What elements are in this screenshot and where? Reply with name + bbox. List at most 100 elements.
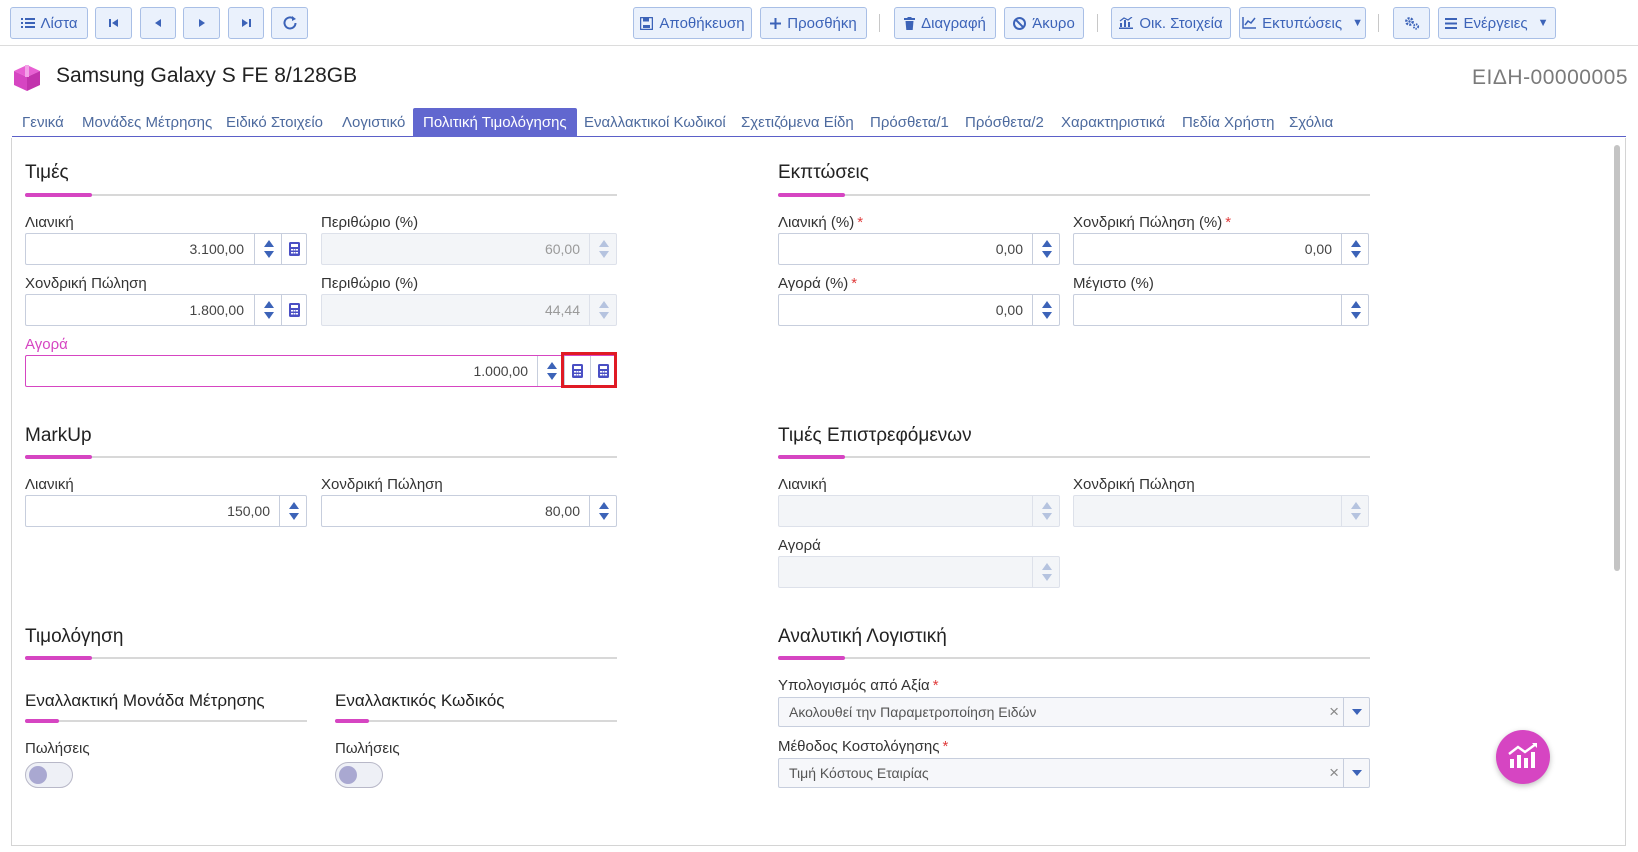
chevron-down-icon[interactable] (1343, 698, 1369, 726)
returns-retail-input (778, 495, 1060, 527)
toolbar-separator (1378, 14, 1379, 32)
tab-general[interactable]: Γενικά (12, 108, 74, 137)
discount-purchase-stepper[interactable] (1032, 295, 1060, 325)
discount-wholesale-stepper[interactable] (1341, 234, 1369, 264)
prev-icon (154, 18, 162, 28)
retail-price-input[interactable]: 3.100,00 (25, 233, 307, 265)
tab-special-item[interactable]: Ειδικό Στοιχείο (216, 108, 333, 137)
alt-unit-sales-label: Πωλήσεις (25, 740, 90, 757)
prices-section-title: Τιμές (25, 162, 69, 183)
clear-icon[interactable]: × (1329, 698, 1339, 726)
gears-icon (1404, 16, 1420, 30)
save-button[interactable]: Αποθήκευση (633, 7, 752, 39)
markup-wholesale-input[interactable]: 80,00 (321, 495, 617, 527)
markup-wholesale-stepper[interactable] (589, 496, 617, 526)
alt-code-sales-toggle[interactable] (335, 762, 383, 788)
purchase-price-label: Αγορά (25, 336, 68, 353)
tab-user-fields[interactable]: Πεδία Χρήστη (1172, 108, 1284, 137)
retail-price-label: Λιανική (25, 214, 74, 231)
markup-retail-stepper[interactable] (279, 496, 307, 526)
ban-icon (1013, 16, 1027, 30)
plus-icon (770, 17, 782, 29)
discount-retail-label: Λιανική (%) * (778, 214, 864, 231)
returns-wholesale-label: Χονδρική Πώληση (1073, 476, 1195, 493)
retail-price-stepper[interactable] (254, 234, 282, 264)
discount-max-stepper[interactable] (1341, 295, 1369, 325)
wholesale-margin-label: Περιθώριο (%) (321, 275, 419, 292)
refresh-icon (282, 15, 298, 31)
required-mark: * (1225, 214, 1232, 231)
returns-retail-stepper (1032, 496, 1060, 526)
tab-related-items[interactable]: Σχετιζόμενα Είδη (731, 108, 864, 137)
vertical-scrollbar[interactable] (1614, 145, 1620, 571)
last-icon (241, 18, 251, 28)
settings-button[interactable] (1393, 7, 1430, 39)
wholesale-price-stepper[interactable] (254, 295, 282, 325)
discount-retail-stepper[interactable] (1032, 234, 1060, 264)
discounts-section-divider (778, 193, 1370, 197)
wholesale-margin-input: 44,44 (321, 294, 617, 326)
tab-alternative-codes[interactable]: Εναλλακτικοί Κωδικοί (574, 108, 736, 137)
discount-wholesale-input[interactable]: 0,00 (1073, 233, 1369, 265)
cancel-button[interactable]: Άκυρο (1004, 7, 1084, 39)
calc-from-value-select[interactable]: Ακολουθεί την Παραμετροποίηση Ειδών × (778, 697, 1370, 727)
alt-unit-subsection-title: Εναλλακτική Μονάδα Μέτρησης (25, 691, 265, 710)
prints-dropdown-button[interactable]: Εκτυπώσεις ▼ (1239, 7, 1366, 39)
tab-additional-2[interactable]: Πρόσθετα/2 (955, 108, 1054, 137)
markup-retail-input[interactable]: 150,00 (25, 495, 307, 527)
caret-down-icon: ▼ (1352, 17, 1363, 29)
costing-method-select[interactable]: Τιμή Κόστους Εταιρίας × (778, 758, 1370, 788)
returns-retail-label: Λιανική (778, 476, 827, 493)
last-record-button[interactable] (228, 7, 264, 39)
tab-additional-1[interactable]: Πρόσθετα/1 (860, 108, 959, 137)
tab-comments[interactable]: Σχόλια (1279, 108, 1343, 137)
chevron-down-icon[interactable] (1343, 759, 1369, 787)
retail-margin-input: 60,00 (321, 233, 617, 265)
returns-section-divider (778, 455, 1370, 459)
add-button[interactable]: Προσθήκη (760, 7, 867, 39)
returns-section-title: Τιμές Επιστρεφόμενων (778, 425, 972, 446)
next-record-button[interactable] (183, 7, 220, 39)
list-button[interactable]: Λίστα (10, 7, 88, 39)
discount-retail-input[interactable]: 0,00 (778, 233, 1060, 265)
next-icon (198, 18, 206, 28)
prices-section-divider (25, 193, 617, 197)
tab-units-of-measure[interactable]: Μονάδες Μέτρησης (72, 108, 222, 137)
trash-icon (904, 16, 916, 30)
chart-icon (1119, 17, 1134, 29)
analytic-section-title: Αναλυτική Λογιστική (778, 626, 947, 647)
delete-button[interactable]: Διαγραφή (894, 7, 996, 39)
clear-icon[interactable]: × (1329, 759, 1339, 787)
analytics-fab-button[interactable] (1496, 730, 1550, 784)
actions-dropdown-button[interactable]: Ενέργειες ▼ (1438, 7, 1556, 39)
line-chart-icon (1242, 17, 1257, 29)
refresh-button[interactable] (271, 7, 308, 39)
discount-max-input[interactable] (1073, 294, 1369, 326)
wholesale-price-input[interactable]: 1.800,00 (25, 294, 307, 326)
first-record-button[interactable] (95, 7, 132, 39)
discount-wholesale-label: Χονδρική Πώληση (%) * (1073, 214, 1232, 231)
list-icon (20, 17, 35, 29)
caret-down-icon: ▼ (1537, 17, 1549, 29)
discount-purchase-input[interactable]: 0,00 (778, 294, 1060, 326)
analytic-section-divider (778, 656, 1370, 660)
alt-unit-sales-toggle[interactable] (25, 762, 73, 788)
required-mark: * (857, 214, 864, 231)
alt-code-subsection-title: Εναλλακτικός Κωδικός (335, 691, 505, 710)
analytics-icon (1507, 742, 1539, 773)
retail-margin-label: Περιθώριο (%) (321, 214, 419, 231)
tab-accounting[interactable]: Λογιστικό (332, 108, 415, 137)
previous-record-button[interactable] (140, 7, 176, 39)
tab-pricing-policy[interactable]: Πολιτική Τιμολόγησης (413, 108, 577, 137)
calc-from-value-label: Υπολογισμός από Αξία * (778, 677, 939, 694)
purchase-price-input[interactable]: 1.000,00 (25, 355, 617, 387)
document-code: ΕΙΔΗ-00000005 (1472, 66, 1628, 89)
calculator-icon[interactable] (281, 234, 307, 264)
wholesale-margin-stepper (589, 295, 617, 325)
calculator-icon[interactable] (281, 295, 307, 325)
tab-characteristics[interactable]: Χαρακτηριστικά (1051, 108, 1175, 137)
returns-purchase-label: Αγορά (778, 537, 821, 554)
calculator-buttons-highlight (561, 352, 617, 388)
financial-data-button[interactable]: Οικ. Στοιχεία (1111, 7, 1231, 39)
required-mark: * (942, 738, 949, 755)
